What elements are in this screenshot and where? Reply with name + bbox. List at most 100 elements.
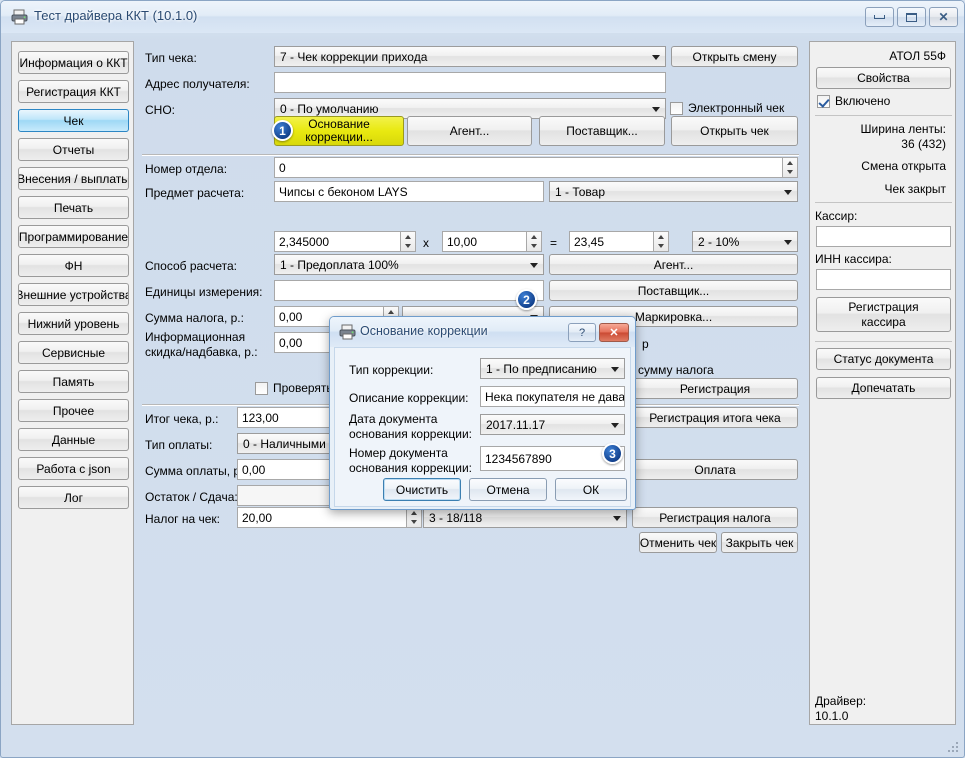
open-receipt-button[interactable]: Открыть чек (671, 116, 798, 146)
sidebar-item-data[interactable]: Данные (18, 428, 129, 451)
total-input[interactable]: 23,45 (569, 231, 654, 252)
price-stepper[interactable] (527, 231, 542, 252)
total-stepper[interactable] (654, 231, 669, 252)
dept-number-input[interactable]: 0 (274, 157, 783, 178)
correction-type-select[interactable]: 1 - По предписанию (480, 358, 625, 379)
agent-button[interactable]: Агент... (407, 116, 532, 146)
tax-sum-label: Сумма налога, р.: (145, 311, 244, 325)
register-tax-button[interactable]: Регистрация налога (632, 507, 798, 528)
dialog-title-bar: Основание коррекции ? ✕ (330, 317, 635, 347)
tape-width-label: Ширина ленты: (860, 122, 946, 136)
document-status-button[interactable]: Статус документа (816, 348, 951, 370)
quantity-input[interactable]: 2,345000 (274, 231, 401, 252)
recipient-address-input[interactable] (274, 72, 666, 93)
payment-method-value: 1 - Предоплата 100% (280, 257, 399, 272)
chevron-down-icon (611, 422, 619, 428)
ok-button[interactable]: ОК (555, 478, 627, 501)
cashier-input[interactable] (816, 226, 951, 247)
tape-width-value: 36 (432) (901, 137, 946, 151)
dialog-close-button[interactable]: ✕ (599, 323, 629, 342)
payment-method-select[interactable]: 1 - Предоплата 100% (274, 254, 544, 275)
price-input[interactable]: 10,00 (442, 231, 527, 252)
minimize-button[interactable] (865, 7, 894, 27)
subject-input[interactable]: Чипсы с беконом LAYS (274, 181, 544, 202)
tax-sum-hint-r: р (642, 337, 649, 351)
chevron-down-icon (613, 515, 621, 521)
payment-button[interactable]: Оплата (632, 459, 798, 480)
sidebar-item-kkt-registration[interactable]: Регистрация ККТ (18, 80, 129, 103)
resize-grip[interactable] (946, 740, 958, 752)
sidebar-item-memory[interactable]: Память (18, 370, 129, 393)
chevron-down-icon (784, 189, 792, 195)
dialog-help-button[interactable]: ? (568, 323, 596, 342)
cancel-receipt-button[interactable]: Отменить чек (639, 532, 717, 553)
subject-type-select[interactable]: 1 - Товар (549, 181, 798, 202)
maximize-button[interactable] (897, 7, 926, 27)
registration-button[interactable]: Регистрация (632, 378, 798, 399)
correction-type-value: 1 - По предписанию (486, 361, 597, 376)
tax-rate-select[interactable]: 2 - 10% (692, 231, 798, 252)
electronic-receipt-label: Электронный чек (688, 101, 785, 115)
dept-number-label: Номер отдела: (145, 162, 228, 176)
sidebar-item-external-devices[interactable]: Внешние устройства (18, 283, 129, 306)
sidebar-item-other[interactable]: Прочее (18, 399, 129, 422)
register-total-button[interactable]: Регистрация итога чека (632, 407, 798, 428)
divider (815, 341, 952, 342)
receipt-type-select[interactable]: 7 - Чек коррекции прихода (274, 46, 666, 67)
sidebar-item-log[interactable]: Лог (18, 486, 129, 509)
title-bar: Тест драйвера ККТ (10.1.0) ✕ (1, 1, 964, 33)
supplier2-button[interactable]: Поставщик... (549, 280, 798, 301)
dialog-body: Тип коррекции: 1 - По предписанию Описан… (334, 347, 631, 507)
sidebar-item-kkt-info[interactable]: Информация о ККТ (18, 51, 129, 74)
recipient-address-label: Адрес получателя: (145, 77, 250, 91)
verify-checkbox[interactable]: Проверять (255, 381, 333, 395)
sidebar-item-service[interactable]: Сервисные (18, 341, 129, 364)
sidebar-item-programming[interactable]: Программирование (18, 225, 129, 248)
close-button[interactable]: ✕ (929, 7, 958, 27)
callout-badge-3: 3 (602, 443, 623, 464)
receipt-tax-stepper[interactable] (407, 507, 422, 528)
sidebar-item-low-level[interactable]: Нижний уровень (18, 312, 129, 335)
sidebar-item-deposits-payouts[interactable]: Внесения / выплаты (18, 167, 129, 190)
receipt-type-value: 7 - Чек коррекции прихода (280, 49, 428, 64)
sidebar-item-print[interactable]: Печать (18, 196, 129, 219)
reprint-button[interactable]: Допечатать (816, 377, 951, 399)
discount-label-line1: Информационная (145, 330, 246, 344)
receipt-tax-type-select[interactable]: 3 - 18/118 (423, 507, 627, 528)
doc-date-value: 2017.11.17 (486, 417, 546, 432)
printer-icon (11, 9, 28, 25)
electronic-receipt-checkbox[interactable]: Электронный чек (670, 101, 784, 115)
open-shift-button[interactable]: Открыть смену (671, 46, 798, 67)
sno-value: 0 - По умолчанию (280, 101, 379, 116)
register-cashier-button[interactable]: Регистрация кассира (816, 297, 951, 332)
chevron-down-icon (611, 366, 619, 372)
sno-label: СНО: (145, 103, 175, 117)
enabled-checkbox[interactable]: Включено (817, 94, 890, 108)
sidebar-item-reports[interactable]: Отчеты (18, 138, 129, 161)
checkbox-box (670, 101, 683, 115)
properties-button[interactable]: Свойства (816, 67, 951, 89)
divider (815, 202, 952, 203)
correction-basis-button[interactable]: Основание коррекции... (274, 116, 404, 146)
payment-method-label: Способ расчета: (145, 259, 237, 273)
sidebar-item-fn[interactable]: ФН (18, 254, 129, 277)
sidebar-item-json[interactable]: Работа с json (18, 457, 129, 480)
quantity-stepper[interactable] (401, 231, 416, 252)
dept-number-stepper[interactable] (783, 157, 798, 178)
chevron-down-icon (530, 262, 538, 268)
client-area: Информация о ККТ Регистрация ККТ Чек Отч… (2, 33, 963, 733)
cashier-inn-input[interactable] (816, 269, 951, 290)
supplier-button[interactable]: Поставщик... (539, 116, 665, 146)
clear-button[interactable]: Очистить (383, 478, 461, 501)
sidebar-item-receipt[interactable]: Чек (18, 109, 129, 132)
cancel-button[interactable]: Отмена (469, 478, 547, 501)
cashier-label: Кассир: (815, 209, 858, 223)
correction-desc-input[interactable]: Нека покупателя не давал. Д (480, 386, 625, 407)
receipt-tax-input[interactable]: 20,00 (237, 507, 407, 528)
units-input[interactable] (274, 280, 544, 301)
doc-date-select[interactable]: 2017.11.17 (480, 414, 625, 435)
payment-type-value: 0 - Наличными (243, 436, 326, 451)
correction-type-label: Тип коррекции: (349, 363, 434, 377)
agent2-button[interactable]: Агент... (549, 254, 798, 275)
close-receipt-button[interactable]: Закрыть чек (721, 532, 798, 553)
